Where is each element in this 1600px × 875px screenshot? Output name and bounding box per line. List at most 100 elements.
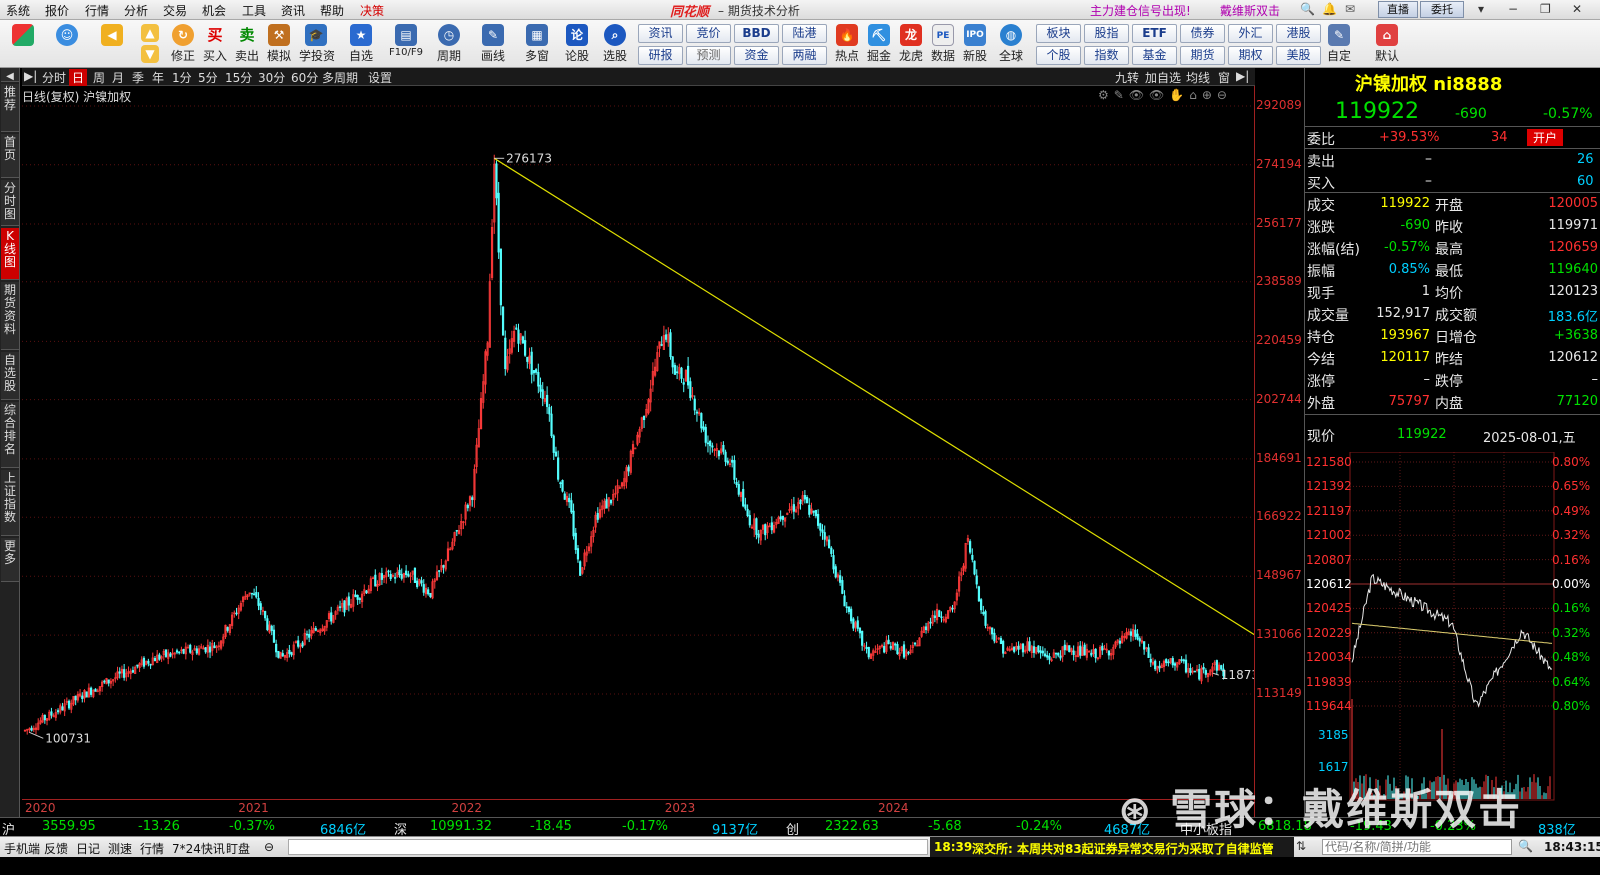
user-name[interactable]: 戴维斯双击	[1220, 2, 1280, 19]
kline-chart[interactable]: 276173 100731 118730	[22, 86, 1255, 817]
news-724-link[interactable]: 7*24快讯	[172, 840, 225, 857]
play-icon[interactable]: ▶|	[24, 69, 37, 83]
f10-button[interactable]: ▤ F10/F9	[386, 23, 426, 67]
news-ticker[interactable]: 18:39 深交所: 本周共对83起证券异常交易行为采取了自律监管	[930, 837, 1294, 857]
add-watchlist-button[interactable]: 加自选	[1145, 69, 1181, 86]
pill-hk-connect[interactable]: 陆港	[782, 24, 827, 43]
menu-quote[interactable]: 报价	[45, 2, 69, 19]
message-icon[interactable]: ✉	[1345, 2, 1355, 16]
sidebar-item-home[interactable]: 首页	[1, 134, 19, 178]
menu-system[interactable]: 系统	[6, 2, 30, 19]
diary-link[interactable]: 日记	[76, 840, 100, 857]
search-icon[interactable]: 🔍	[1518, 839, 1533, 853]
minimize-icon[interactable]: −	[1508, 2, 1518, 16]
open-account-button[interactable]: 开户	[1527, 129, 1564, 146]
period-year[interactable]: 年	[152, 69, 164, 86]
period-15min[interactable]: 15分	[225, 69, 252, 86]
expand-icon[interactable]: ▶|	[1236, 69, 1249, 83]
trendline[interactable]	[493, 157, 1255, 636]
arrow-down-icon[interactable]: ▼	[141, 45, 159, 63]
period-button[interactable]: ◷ 周期	[432, 23, 466, 67]
draw-line-button[interactable]: ✎ 画线	[476, 23, 510, 67]
period-60min[interactable]: 60分	[291, 69, 318, 86]
period-1min[interactable]: 1分	[172, 69, 192, 86]
period-month[interactable]: 月	[112, 69, 124, 86]
window-button[interactable]: 窗	[1218, 69, 1230, 86]
period-day[interactable]: 日	[69, 69, 88, 86]
pill-bonds[interactable]: 债券	[1180, 24, 1225, 43]
pill-bbd[interactable]: BBD	[734, 24, 779, 43]
pill-forecast[interactable]: 预测	[686, 46, 731, 65]
menu-market[interactable]: 行情	[85, 2, 109, 19]
pill-margin[interactable]: 两融	[782, 46, 827, 65]
message-icon[interactable]: ⊖	[264, 840, 274, 854]
menu-tools[interactable]: 工具	[242, 2, 266, 19]
fix-button[interactable]: ↻ 修正	[166, 23, 200, 67]
menu-help[interactable]: 帮助	[320, 2, 344, 19]
speedtest-link[interactable]: 测速	[108, 840, 132, 857]
search-input[interactable]	[1322, 839, 1512, 855]
chart-tools-icons[interactable]: ⚙✎👁👁✋⌂⊕⊖	[1098, 88, 1232, 102]
menu-dropdown-icon[interactable]: ▾	[1478, 2, 1484, 16]
watch-link[interactable]: 盯盘	[226, 840, 250, 857]
menu-news[interactable]: 资讯	[281, 2, 305, 19]
close-icon[interactable]: ✕	[1572, 2, 1582, 16]
period-5min[interactable]: 5分	[198, 69, 218, 86]
menu-trade[interactable]: 交易	[163, 2, 187, 19]
sidebar-item-more[interactable]: 更多	[1, 538, 19, 582]
restore-icon[interactable]: ❐	[1540, 2, 1551, 16]
robot-button[interactable]: ☺	[50, 23, 84, 67]
period-settings[interactable]: 设置	[368, 69, 392, 86]
menu-analysis[interactable]: 分析	[124, 2, 148, 19]
period-quarter[interactable]: 季	[132, 69, 144, 86]
default-button[interactable]: ⌂ 默认	[1370, 23, 1404, 67]
learn-button[interactable]: 🎓 学投资	[299, 23, 335, 67]
sidebar-toggle[interactable]: ◀	[1, 68, 19, 82]
arrow-up-icon[interactable]: ▲	[141, 24, 159, 42]
buy-button[interactable]: 买买入	[198, 23, 232, 67]
pill-sector[interactable]: 板块	[1036, 24, 1081, 43]
period-week[interactable]: 周	[93, 69, 105, 86]
pill-us-stocks[interactable]: 美股	[1276, 46, 1321, 65]
feedback-link[interactable]: 反馈	[44, 840, 68, 857]
pill-options[interactable]: 期权	[1228, 46, 1273, 65]
stock-picker-button[interactable]: ⌕ 选股	[598, 23, 632, 67]
sidebar-item-recommend[interactable]: 推荐	[1, 84, 19, 132]
pill-stocks[interactable]: 个股	[1036, 46, 1081, 65]
hotspot-button[interactable]: 🔥 热点	[830, 23, 864, 67]
delegate-button[interactable]: 委托	[1420, 1, 1464, 18]
pill-research[interactable]: 研报	[638, 46, 683, 65]
search-icon[interactable]: 🔍	[1300, 2, 1315, 16]
market-link[interactable]: 行情	[140, 840, 164, 857]
pill-bidding[interactable]: 竞价	[686, 24, 731, 43]
menu-opportunity[interactable]: 机会	[202, 2, 226, 19]
sidebar-item-timeshare[interactable]: 分时图	[1, 180, 19, 226]
dragon-tiger-button[interactable]: 龙龙虎	[894, 23, 928, 67]
period-timeshare[interactable]: 分时	[42, 69, 66, 86]
mobile-link[interactable]: 手机端	[4, 840, 40, 857]
sidebar-item-watchlist[interactable]: 自选股	[1, 352, 19, 400]
multi-window-button[interactable]: ▦ 多窗	[520, 23, 554, 67]
sidebar-item-ranking[interactable]: 综合排名	[1, 402, 19, 468]
period-multi[interactable]: 多周期	[322, 69, 358, 86]
forum-button[interactable]: 论论股	[560, 23, 594, 67]
up-down-buttons[interactable]: ▲ ▼	[138, 23, 162, 67]
live-button[interactable]: 直播	[1378, 1, 1418, 18]
pill-futures[interactable]: 期货	[1180, 46, 1225, 65]
ipo-button[interactable]: IPO 新股	[958, 23, 992, 67]
back-button[interactable]: ◀	[95, 23, 129, 67]
pill-etf[interactable]: ETF	[1132, 24, 1177, 43]
pill-index-futures[interactable]: 股指	[1084, 24, 1129, 43]
period-30min[interactable]: 30分	[258, 69, 285, 86]
pill-news[interactable]: 资讯	[638, 24, 683, 43]
simulate-button[interactable]: ⚒ 模拟	[262, 23, 296, 67]
sell-button[interactable]: 卖卖出	[230, 23, 264, 67]
watchlist-button[interactable]: ★ 自选	[344, 23, 378, 67]
pill-funds[interactable]: 资金	[734, 46, 779, 65]
tile-grid-button[interactable]	[6, 23, 40, 67]
pill-forex[interactable]: 外汇	[1228, 24, 1273, 43]
sidebar-item-kline[interactable]: K线图	[1, 228, 19, 280]
ma-button[interactable]: 均线	[1186, 69, 1210, 86]
customize-button[interactable]: ✎ 自定	[1322, 23, 1356, 67]
data-button[interactable]: PE 数据	[926, 23, 960, 67]
